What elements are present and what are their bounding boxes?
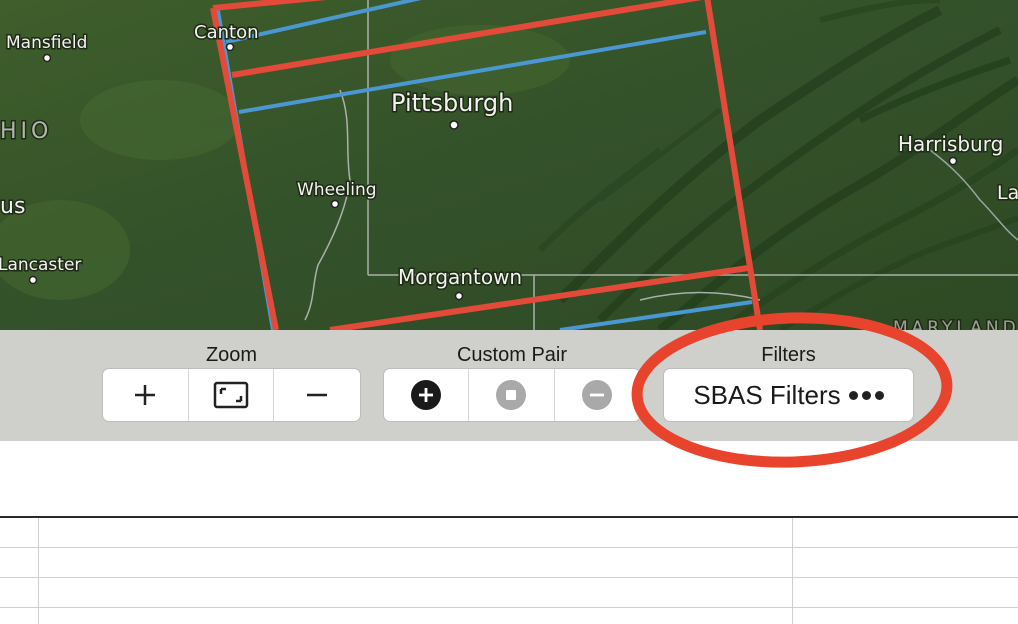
fit-extent-icon bbox=[213, 381, 249, 409]
map-view[interactable]: Mansfield Canton Pittsburgh Wheeling Har… bbox=[0, 0, 1018, 330]
zoom-button-group bbox=[102, 368, 361, 422]
custom-pair-add-button[interactable] bbox=[384, 369, 470, 421]
table-row-divider bbox=[0, 607, 1018, 608]
results-table bbox=[0, 516, 1018, 624]
custom-pair-remove-button[interactable] bbox=[555, 369, 640, 421]
add-circle-icon bbox=[411, 380, 442, 410]
sbas-filters-button[interactable]: SBAS Filters bbox=[663, 368, 914, 422]
table-row-divider bbox=[0, 547, 1018, 548]
zoom-in-button[interactable] bbox=[103, 369, 189, 421]
table-row-divider bbox=[0, 577, 1018, 578]
filters-group-label: Filters bbox=[761, 344, 816, 366]
region-label-columbus-partial: us bbox=[0, 194, 25, 219]
more-dots-icon bbox=[848, 390, 884, 400]
zoom-out-button[interactable] bbox=[274, 369, 360, 421]
remove-circle-icon bbox=[582, 380, 613, 410]
map-toolbar: Zoom Custom Pair Filters SBAS Filters bbox=[0, 330, 1018, 441]
custom-pair-group-label: Custom Pair bbox=[456, 344, 568, 366]
custom-pair-button-group bbox=[383, 368, 641, 422]
table-column-divider bbox=[38, 518, 39, 624]
region-label-ohio: HIO bbox=[0, 119, 52, 144]
city-label-wheeling: Wheeling bbox=[297, 180, 377, 200]
city-label-canton: Canton bbox=[194, 22, 259, 43]
minus-icon bbox=[307, 393, 328, 397]
map-canvas[interactable]: Mansfield Canton Pittsburgh Wheeling Har… bbox=[0, 0, 1018, 330]
region-label-maryland: MARYLAND bbox=[893, 318, 1018, 330]
plus-icon bbox=[135, 385, 156, 405]
table-column-divider bbox=[792, 518, 793, 624]
sbas-filters-label: SBAS Filters bbox=[693, 379, 841, 410]
city-label-pittsburgh: Pittsburgh bbox=[391, 89, 513, 117]
city-label-morgantown: Morgantown bbox=[398, 265, 522, 289]
zoom-group-label: Zoom bbox=[205, 344, 258, 366]
custom-pair-stop-button[interactable] bbox=[469, 369, 555, 421]
city-label-harrisburg: Harrisburg bbox=[898, 132, 1003, 156]
city-label-partial-right: La bbox=[997, 182, 1018, 204]
zoom-to-extent-button[interactable] bbox=[189, 369, 275, 421]
stop-circle-icon bbox=[496, 380, 527, 410]
city-label-mansfield: Mansfield bbox=[6, 33, 87, 53]
city-label-lancaster: Lancaster bbox=[0, 255, 81, 275]
